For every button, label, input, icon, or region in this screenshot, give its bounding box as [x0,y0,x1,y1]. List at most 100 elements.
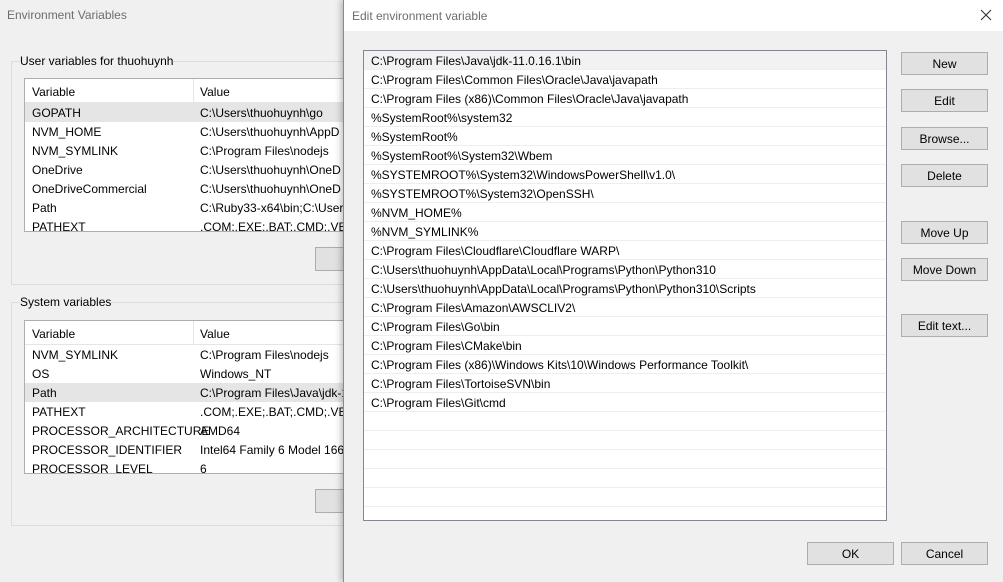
path-entry-text: %SystemRoot% [371,130,458,144]
path-entry-text: %SystemRoot%\System32\Wbem [371,149,553,163]
list-header: Variable Value [25,321,353,345]
variable-name: PATHEXT [32,220,86,232]
variable-name: PROCESSOR_LEVEL [32,462,153,474]
list-header: Variable Value [25,79,353,103]
path-entry-text: C:\Program Files\TortoiseSVN\bin [371,377,551,391]
environment-variables-window: Environment Variables User variables for… [0,0,355,582]
new-button[interactable]: New [901,52,988,75]
empty-list-row[interactable] [364,507,886,520]
empty-list-row[interactable] [364,412,886,431]
table-row[interactable]: PATHEXT .COM;.EXE;.BAT;.CMD;.VBS; [25,402,353,421]
edit-button[interactable]: Edit [901,89,988,112]
table-row[interactable]: NVM_SYMLINK C:\Program Files\nodejs [25,141,353,160]
variable-value: 6 [200,462,207,474]
ok-button[interactable]: OK [807,542,894,565]
table-row[interactable]: NVM_SYMLINK C:\Program Files\nodejs [25,345,353,364]
path-entry-text: C:\Program Files\Go\bin [371,320,500,334]
list-item[interactable]: C:\Program Files (x86)\Windows Kits\10\W… [364,355,886,374]
close-icon [980,9,992,21]
variable-value: C:\Program Files\nodejs [200,144,329,158]
move-up-button[interactable]: Move Up [901,221,988,244]
table-row[interactable]: NVM_HOME C:\Users\thuohuynh\AppD [25,122,353,141]
list-item[interactable]: C:\Program Files\TortoiseSVN\bin [364,374,886,393]
empty-list-row[interactable] [364,488,886,507]
path-entry-text: C:\Program Files\CMake\bin [371,339,522,353]
variable-value: C:\Users\thuohuynh\go [200,106,323,120]
list-item[interactable]: %NVM_HOME% [364,203,886,222]
list-item[interactable]: %NVM_SYMLINK% [364,222,886,241]
list-item[interactable]: %SYSTEMROOT%\System32\OpenSSH\ [364,184,886,203]
path-entries-list[interactable]: C:\Program Files\Java\jdk-11.0.16.1\bin C… [363,50,887,521]
path-entry-text: %NVM_SYMLINK% [371,225,479,239]
table-row[interactable]: Path C:\Program Files\Java\jdk-1 [25,383,353,402]
path-entry-text: C:\Program Files\Amazon\AWSCLIV2\ [371,301,576,315]
column-divider[interactable] [193,79,194,103]
column-header-value[interactable]: Value [200,327,230,341]
browse-button[interactable]: Browse... [901,127,988,150]
variable-name: NVM_SYMLINK [32,144,119,158]
table-row[interactable]: OS Windows_NT [25,364,353,383]
table-row[interactable]: PROCESSOR_IDENTIFIER Intel64 Family 6 Mod… [25,440,353,459]
list-item[interactable]: C:\Program Files\Cloudflare\Cloudflare W… [364,241,886,260]
column-divider[interactable] [193,321,194,345]
dialog-title: Edit environment variable [352,9,488,23]
column-header-value[interactable]: Value [200,85,230,99]
column-header-variable[interactable]: Variable [32,327,75,341]
variable-value: C:\Users\thuohuynh\OneD [200,182,341,196]
path-entry-text: %SYSTEMROOT%\System32\WindowsPowerShell\… [371,168,676,182]
empty-list-row[interactable] [364,469,886,488]
table-row[interactable]: OneDriveCommercial C:\Users\thuohuynh\One… [25,179,353,198]
variable-name: OneDriveCommercial [32,182,147,196]
variable-value: C:\Users\thuohuynh\OneD [200,163,341,177]
variable-name: OneDrive [32,163,83,177]
list-item[interactable]: C:\Program Files\CMake\bin [364,336,886,355]
user-variables-list[interactable]: Variable Value GOPATH C:\Users\thuohuynh\… [24,78,354,232]
variable-value: C:\Ruby33-x64\bin;C:\Users [200,201,350,215]
variable-value: C:\Users\thuohuynh\AppD [200,125,340,139]
path-entry-text: C:\Program Files\Git\cmd [371,396,506,410]
table-row[interactable]: PROCESSOR_LEVEL 6 [25,459,353,474]
list-item[interactable]: %SystemRoot%\System32\Wbem [364,146,886,165]
table-row[interactable]: OneDrive C:\Users\thuohuynh\OneD [25,160,353,179]
variable-name: PATHEXT [32,405,86,419]
path-entry-text: %SystemRoot%\system32 [371,111,513,125]
cancel-button[interactable]: Cancel [901,542,988,565]
list-item[interactable]: C:\Users\thuohuynh\AppData\Local\Program… [364,260,886,279]
edit-environment-variable-dialog: Edit environment variable C:\Program Fil… [343,0,1003,582]
list-item[interactable]: C:\Program Files\Common Files\Oracle\Jav… [364,70,886,89]
move-down-button[interactable]: Move Down [901,258,988,281]
list-item[interactable]: %SystemRoot%\system32 [364,108,886,127]
list-item[interactable]: C:\Program Files\Amazon\AWSCLIV2\ [364,298,886,317]
path-entry-text: C:\Users\thuohuynh\AppData\Local\Program… [371,263,716,277]
list-item[interactable]: C:\Program Files (x86)\Common Files\Orac… [364,89,886,108]
edit-text-button[interactable]: Edit text... [901,314,988,337]
system-variables-list[interactable]: Variable Value NVM_SYMLINK C:\Program Fil… [24,320,354,474]
list-item[interactable]: %SYSTEMROOT%\System32\WindowsPowerShell\… [364,165,886,184]
list-item[interactable]: C:\Program Files\Go\bin [364,317,886,336]
path-entry-text: C:\Program Files (x86)\Common Files\Orac… [371,92,689,106]
delete-button[interactable]: Delete [901,164,988,187]
empty-list-row[interactable] [364,450,886,469]
variable-name: PROCESSOR_IDENTIFIER [32,443,183,457]
list-item[interactable]: C:\Users\thuohuynh\AppData\Local\Program… [364,279,886,298]
list-item[interactable]: %SystemRoot% [364,127,886,146]
path-entry-text: C:\Program Files (x86)\Windows Kits\10\W… [371,358,749,372]
path-entry-text: %SYSTEMROOT%\System32\OpenSSH\ [371,187,594,201]
table-row[interactable]: GOPATH C:\Users\thuohuynh\go [25,103,353,122]
variable-name: NVM_HOME [32,125,102,139]
column-header-variable[interactable]: Variable [32,85,75,99]
variable-value: .COM;.EXE;.BAT;.CMD;.VBS; [200,220,354,232]
close-button[interactable] [974,4,998,26]
dialog-titlebar[interactable]: Edit environment variable [344,0,1003,31]
variable-value: C:\Program Files\nodejs [200,348,329,362]
table-row[interactable]: PROCESSOR_ARCHITECTURE AMD64 [25,421,353,440]
window-title: Environment Variables [7,8,127,22]
table-row[interactable]: PATHEXT .COM;.EXE;.BAT;.CMD;.VBS; [25,217,354,232]
list-item[interactable]: C:\Program Files\Java\jdk-11.0.16.1\bin [364,51,886,70]
variable-name: PROCESSOR_ARCHITECTURE [32,424,210,438]
list-item[interactable]: C:\Program Files\Git\cmd [364,393,886,412]
table-row[interactable]: Path C:\Ruby33-x64\bin;C:\Users [25,198,353,217]
variable-value: Intel64 Family 6 Model 166 [200,443,345,457]
variable-value: AMD64 [200,424,241,438]
empty-list-row[interactable] [364,431,886,450]
